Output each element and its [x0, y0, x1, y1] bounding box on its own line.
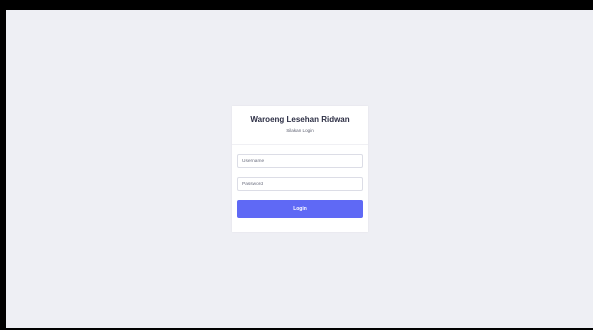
login-subtitle: Silakan Login	[286, 128, 314, 133]
screen-frame: Waroeng Lesehan Ridwan Silakan Login Log…	[0, 0, 593, 330]
login-button[interactable]: Login	[237, 200, 363, 218]
login-card: Waroeng Lesehan Ridwan Silakan Login Log…	[232, 106, 368, 232]
login-title: Waroeng Lesehan Ridwan	[250, 115, 350, 124]
password-input[interactable]	[237, 177, 363, 191]
card-divider	[232, 144, 368, 145]
username-input[interactable]	[237, 154, 363, 168]
login-page-background: Waroeng Lesehan Ridwan Silakan Login Log…	[6, 10, 593, 328]
